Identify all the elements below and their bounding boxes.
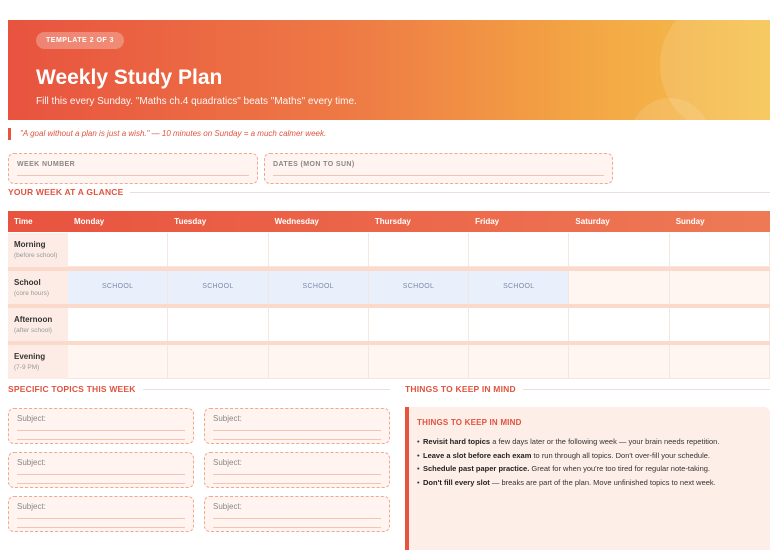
slot-cell[interactable] [268,345,369,379]
section-heading-keep-in-mind: THINGS TO KEEP IN MIND [405,383,770,395]
write-line [17,518,185,519]
slot-cell[interactable] [569,271,670,305]
school-slot: SCHOOL [168,271,269,305]
dates-label: DATES (MON TO SUN) [273,161,355,168]
page-subtitle: Fill this every Sunday. "Maths ch.4 quad… [36,96,357,107]
list-item: • Don't fill every slot — breaks are part… [417,477,716,487]
row-label-evening: Evening (7-9 PM) [8,345,68,379]
table-row-evening: Evening (7-9 PM) [8,345,770,379]
tips-list: • Revisit hard topics a few days later or… [417,435,719,489]
subject-field[interactable]: Subject: [204,408,390,444]
slot-cell[interactable] [469,308,570,342]
column-header-thursday: Thursday [374,217,411,226]
slot-cell[interactable] [669,345,770,379]
motivational-quote: "A goal without a plan is just a wish." … [8,128,326,140]
school-slot: SCHOOL [68,271,169,305]
header-banner: TEMPLATE 2 OF 3 Weekly Study Plan Fill t… [8,20,770,120]
week-number-label: WEEK NUMBER [17,161,76,168]
list-item: • Leave a slot before each exam to run th… [417,450,710,460]
table-row-school: School (core hours) SCHOOL SCHOOL SCHOOL… [8,271,770,305]
subject-field[interactable]: Subject: [8,496,194,532]
school-slot: SCHOOL [368,271,470,305]
write-line [17,483,185,484]
write-line [17,175,249,176]
slot-cell[interactable] [669,233,770,267]
subject-label: Subject: [213,458,242,467]
write-line [213,483,381,484]
slot-cell[interactable] [168,308,269,342]
slot-cell[interactable] [268,308,369,342]
subject-field[interactable]: Subject: [8,408,194,444]
keep-in-mind-heading: THINGS TO KEEP IN MIND [417,418,522,427]
table-row-afternoon: Afternoon (after school) [8,308,770,342]
section-heading-glance: YOUR WEEK AT A GLANCE [8,186,770,198]
slot-cell[interactable] [669,308,770,342]
subject-label: Subject: [17,502,46,511]
week-number-field[interactable]: WEEK NUMBER [8,153,258,184]
slot-cell[interactable] [68,233,169,267]
slot-cell[interactable] [368,233,470,267]
column-header-saturday: Saturday [575,217,610,226]
slot-cell[interactable] [268,233,369,267]
template-badge: TEMPLATE 2 OF 3 [36,32,125,49]
column-header-monday: Monday [74,217,105,226]
write-line [17,439,185,440]
write-line [17,430,185,431]
write-line [213,518,381,519]
subject-label: Subject: [17,458,46,467]
subject-field[interactable]: Subject: [204,496,390,532]
column-header-time: Time [14,217,33,226]
keep-in-mind-panel: THINGS TO KEEP IN MIND • Revisit hard top… [405,407,770,550]
slot-cell[interactable] [368,345,470,379]
slot-cell[interactable] [168,345,269,379]
slot-cell[interactable] [368,308,470,342]
slot-cell[interactable] [68,308,169,342]
slot-cell[interactable] [569,308,670,342]
slot-cell[interactable] [569,233,670,267]
subject-field[interactable]: Subject: [204,452,390,488]
subject-label: Subject: [17,414,46,423]
page-title: Weekly Study Plan [36,66,223,89]
write-line [213,474,381,475]
slot-cell[interactable] [569,345,670,379]
write-line [213,430,381,431]
column-header-tuesday: Tuesday [174,217,207,226]
subject-label: Subject: [213,502,242,511]
school-slot: SCHOOL [268,271,369,305]
list-item: • Schedule past paper practice. Great for… [417,464,710,473]
write-line [213,439,381,440]
slot-cell[interactable] [68,345,169,379]
column-header-wednesday: Wednesday [274,217,319,226]
table-row-morning: Morning (before school) [8,233,770,267]
column-header-sunday: Sunday [675,217,705,226]
section-heading-topics: SPECIFIC TOPICS THIS WEEK [8,383,390,395]
subject-field[interactable]: Subject: [8,452,194,488]
write-line [273,175,604,176]
dates-field[interactable]: DATES (MON TO SUN) [264,153,613,184]
slot-cell[interactable] [669,271,770,305]
slot-cell[interactable] [168,233,269,267]
row-label-afternoon: Afternoon (after school) [8,308,68,342]
subject-label: Subject: [213,414,242,423]
schedule-table-header: Time Monday Tuesday Wednesday Thursday F… [8,211,770,232]
row-label-morning: Morning (before school) [8,233,68,267]
slot-cell[interactable] [469,345,570,379]
write-line [213,527,381,528]
list-item: • Revisit hard topics a few days later or… [417,437,720,446]
row-label-school: School (core hours) [8,271,68,305]
write-line [17,527,185,528]
write-line [17,474,185,475]
slot-cell[interactable] [469,233,570,267]
column-header-friday: Friday [475,217,500,226]
school-slot: SCHOOL [469,271,570,305]
